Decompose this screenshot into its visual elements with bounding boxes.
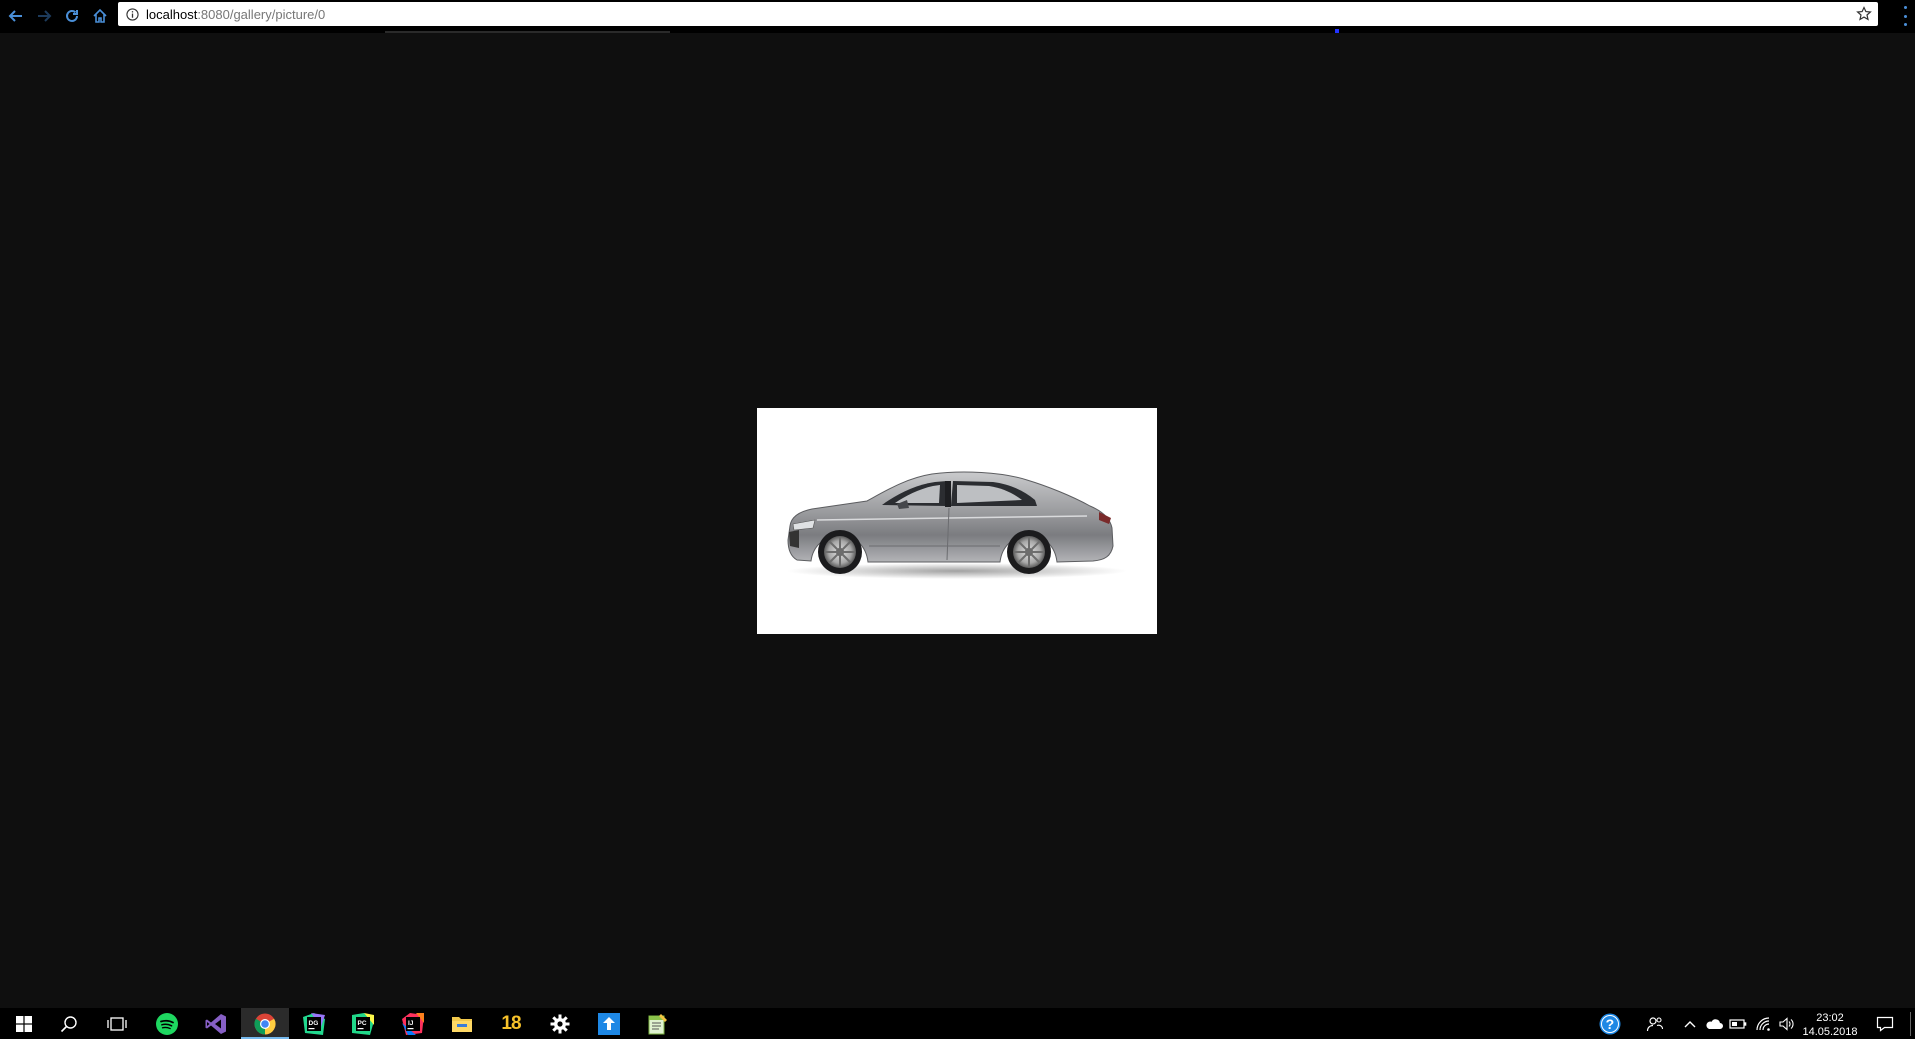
reload-button[interactable] bbox=[58, 2, 86, 30]
visual-studio-icon[interactable] bbox=[192, 1008, 240, 1039]
svg-text:IJ: IJ bbox=[408, 1020, 414, 1027]
svg-text:DG: DG bbox=[309, 1020, 319, 1027]
arrow-right-icon bbox=[38, 10, 52, 22]
intellij-icon[interactable]: IJ bbox=[389, 1008, 437, 1039]
home-button[interactable] bbox=[86, 2, 114, 30]
car-image bbox=[787, 471, 1127, 579]
settings-gear-icon[interactable] bbox=[536, 1008, 584, 1039]
windows-start-icon[interactable] bbox=[0, 1008, 48, 1039]
show-desktop-button[interactable] bbox=[1910, 1012, 1911, 1036]
url-path: :8080/gallery/picture/0 bbox=[197, 6, 326, 22]
datagrip-icon[interactable]: DG bbox=[290, 1008, 338, 1039]
upload-arrow-icon[interactable] bbox=[585, 1008, 633, 1039]
search-icon[interactable] bbox=[45, 1008, 93, 1039]
home-icon bbox=[93, 8, 107, 23]
browser-toolbar: localhost:8080/gallery/picture/0 bbox=[0, 0, 1915, 33]
clock-time: 23:02 bbox=[1816, 1012, 1844, 1024]
svg-text:PC: PC bbox=[358, 1020, 367, 1027]
url-host: localhost bbox=[146, 6, 198, 22]
task-view-icon[interactable] bbox=[93, 1008, 141, 1039]
back-button[interactable] bbox=[2, 2, 30, 30]
reload-icon bbox=[66, 9, 78, 22]
spotify-icon[interactable] bbox=[143, 1008, 191, 1039]
gallery-picture[interactable] bbox=[757, 408, 1157, 634]
calendar-18-icon[interactable]: 18 bbox=[487, 1008, 535, 1039]
taskbar-clock[interactable]: 23:02 14.05.2018 bbox=[1800, 1011, 1860, 1039]
people-icon[interactable] bbox=[1643, 1008, 1667, 1039]
arrow-left-icon bbox=[8, 10, 22, 22]
chrome-icon[interactable] bbox=[241, 1008, 289, 1039]
notepad-icon[interactable] bbox=[634, 1008, 682, 1039]
menu-dots-icon[interactable] bbox=[1901, 6, 1909, 26]
chevron-up-icon[interactable] bbox=[1681, 1008, 1699, 1039]
onedrive-cloud-icon[interactable] bbox=[1703, 1008, 1725, 1039]
calendar-label: 18 bbox=[501, 1012, 521, 1034]
action-center-icon[interactable] bbox=[1872, 1008, 1898, 1039]
page-content bbox=[0, 33, 1915, 1007]
help-icon[interactable]: ? bbox=[1597, 1008, 1623, 1039]
info-icon[interactable] bbox=[124, 6, 140, 22]
battery-icon[interactable] bbox=[1727, 1008, 1749, 1039]
wifi-icon[interactable] bbox=[1752, 1008, 1774, 1039]
svg-text:?: ? bbox=[1606, 1016, 1615, 1032]
pycharm-icon[interactable]: PC bbox=[339, 1008, 387, 1039]
address-bar[interactable]: localhost:8080/gallery/picture/0 bbox=[118, 2, 1878, 26]
clock-date: 14.05.2018 bbox=[1802, 1026, 1858, 1038]
taskbar: DG PC IJ 18 ? 23:02 14.05.2018 bbox=[0, 1008, 1915, 1039]
file-explorer-icon[interactable] bbox=[438, 1008, 486, 1039]
star-icon[interactable] bbox=[1856, 6, 1872, 22]
forward-button[interactable] bbox=[30, 2, 58, 30]
volume-icon[interactable] bbox=[1776, 1008, 1798, 1039]
url-text[interactable]: localhost:8080/gallery/picture/0 bbox=[146, 7, 325, 22]
